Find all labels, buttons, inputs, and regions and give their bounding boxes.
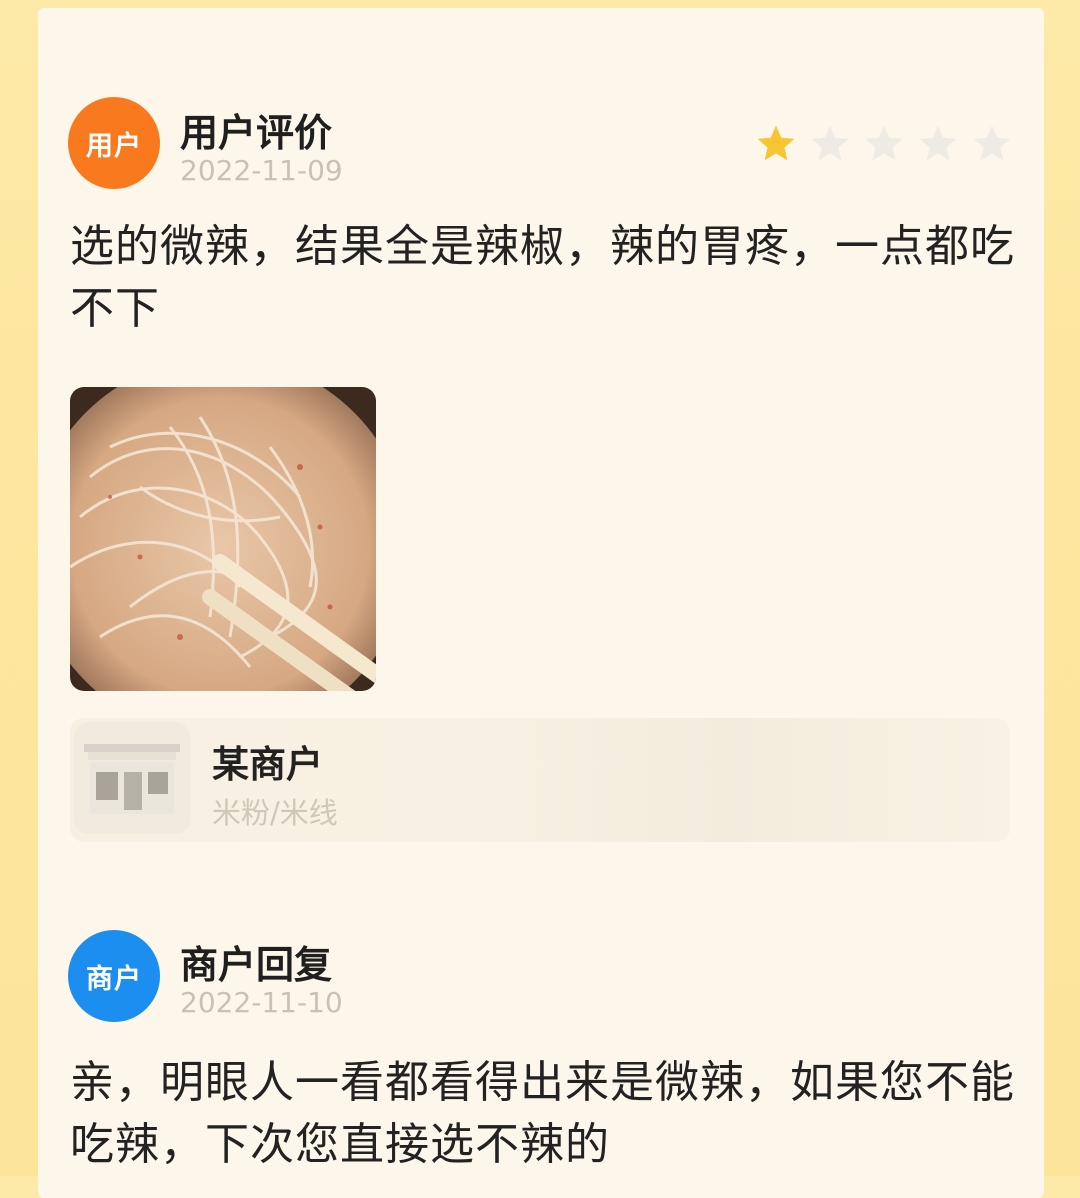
star-icon — [973, 125, 1011, 161]
merchant-avatar[interactable]: 商户 — [68, 930, 160, 1022]
shop-card[interactable]: 某商户 米粉/米线 — [70, 718, 1010, 842]
review-photo[interactable] — [70, 387, 376, 691]
shop-thumbnail — [74, 722, 190, 834]
noodle-photo-icon — [70, 387, 376, 691]
review-title: 用户评价 — [180, 111, 333, 155]
reply-title: 商户回复 — [180, 943, 333, 987]
star-icon — [919, 125, 957, 161]
review-card: 用户 用户评价 2022-11-09 选的微辣，结果全是辣椒，辣的胃疼，一点都吃… — [38, 8, 1044, 1198]
shop-name[interactable]: 某商户 — [212, 734, 323, 788]
reply-text: 亲，明眼人一看都看得出来是微辣，如果您不能吃辣，下次您直接选不辣的 — [70, 1057, 1015, 1170]
star-icon — [865, 125, 903, 161]
review-text: 选的微辣，结果全是辣椒，辣的胃疼，一点都吃不下 — [70, 221, 1015, 334]
shop-category: 米粉/米线 — [212, 796, 338, 830]
star-rating — [754, 122, 1014, 166]
storefront-icon — [84, 744, 180, 814]
user-avatar[interactable]: 用户 — [68, 97, 160, 189]
review-date: 2022-11-09 — [180, 154, 343, 187]
star-icon — [811, 125, 849, 161]
star-icon — [757, 125, 795, 161]
reply-date: 2022-11-10 — [180, 986, 343, 1019]
